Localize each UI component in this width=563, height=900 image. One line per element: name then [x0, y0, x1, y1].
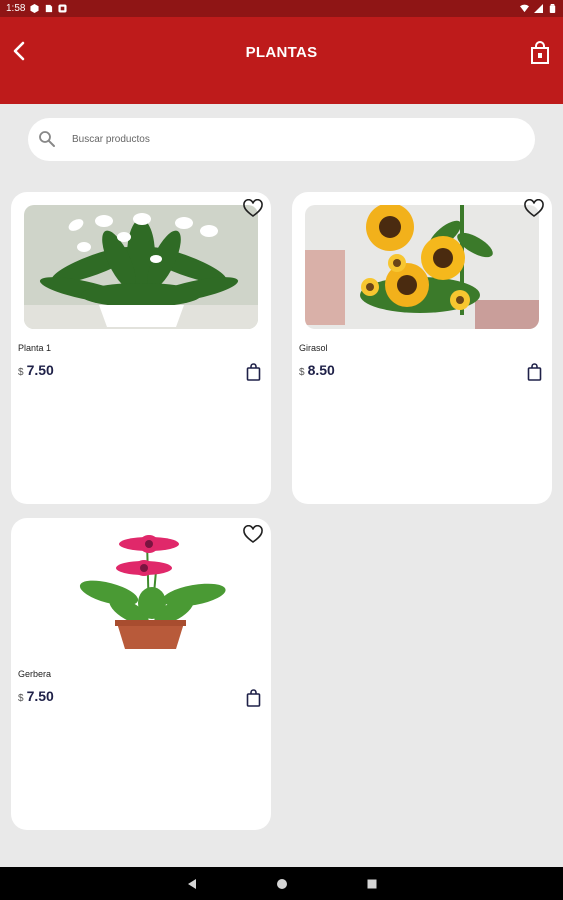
- add-to-cart-icon[interactable]: [246, 689, 261, 707]
- product-price: $ 7.50: [18, 362, 54, 378]
- favorite-heart-icon[interactable]: [243, 525, 263, 545]
- nav-back-icon[interactable]: [185, 877, 199, 891]
- search-icon: [39, 131, 55, 147]
- currency-symbol: $: [18, 367, 24, 378]
- product-price: $ 7.50: [18, 688, 54, 704]
- product-image[interactable]: [305, 205, 539, 329]
- add-to-cart-icon[interactable]: [246, 363, 261, 381]
- search-input[interactable]: [72, 126, 512, 153]
- sd-card-icon: [46, 4, 53, 13]
- product-card[interactable]: Girasol $ 8.50: [292, 192, 552, 504]
- product-name: Planta 1: [18, 343, 52, 353]
- status-time: 1:58: [6, 3, 26, 14]
- nav-home-icon[interactable]: [275, 877, 289, 891]
- product-name: Gerbera: [18, 669, 52, 679]
- product-image[interactable]: [24, 205, 258, 329]
- wifi-icon: [520, 4, 529, 13]
- price-value: 7.50: [26, 688, 54, 704]
- price-value: 7.50: [26, 362, 54, 378]
- system-nav-bar: [0, 867, 563, 900]
- status-bar: 1:58: [0, 0, 563, 17]
- nav-recents-icon[interactable]: [365, 877, 379, 891]
- product-card[interactable]: Gerbera $ 7.50: [11, 518, 271, 830]
- search-bar[interactable]: [28, 118, 535, 161]
- favorite-heart-icon[interactable]: [243, 199, 263, 219]
- page-title: PLANTAS: [245, 44, 318, 61]
- product-price: $ 8.50: [299, 362, 335, 378]
- price-value: 8.50: [307, 362, 335, 378]
- product-image[interactable]: [24, 531, 258, 655]
- currency-symbol: $: [18, 693, 24, 704]
- shopping-bag-icon[interactable]: [529, 41, 551, 65]
- signal-icon: [534, 4, 543, 13]
- product-name: Girasol: [299, 343, 328, 353]
- app-notification-icon: [58, 4, 68, 13]
- notification-icon: [30, 4, 40, 13]
- product-card[interactable]: Planta 1 $ 7.50: [11, 192, 271, 504]
- battery-icon: [549, 4, 556, 13]
- add-to-cart-icon[interactable]: [527, 363, 542, 381]
- app-bar: PLANTAS: [0, 17, 563, 104]
- currency-symbol: $: [299, 367, 305, 378]
- favorite-heart-icon[interactable]: [524, 199, 544, 219]
